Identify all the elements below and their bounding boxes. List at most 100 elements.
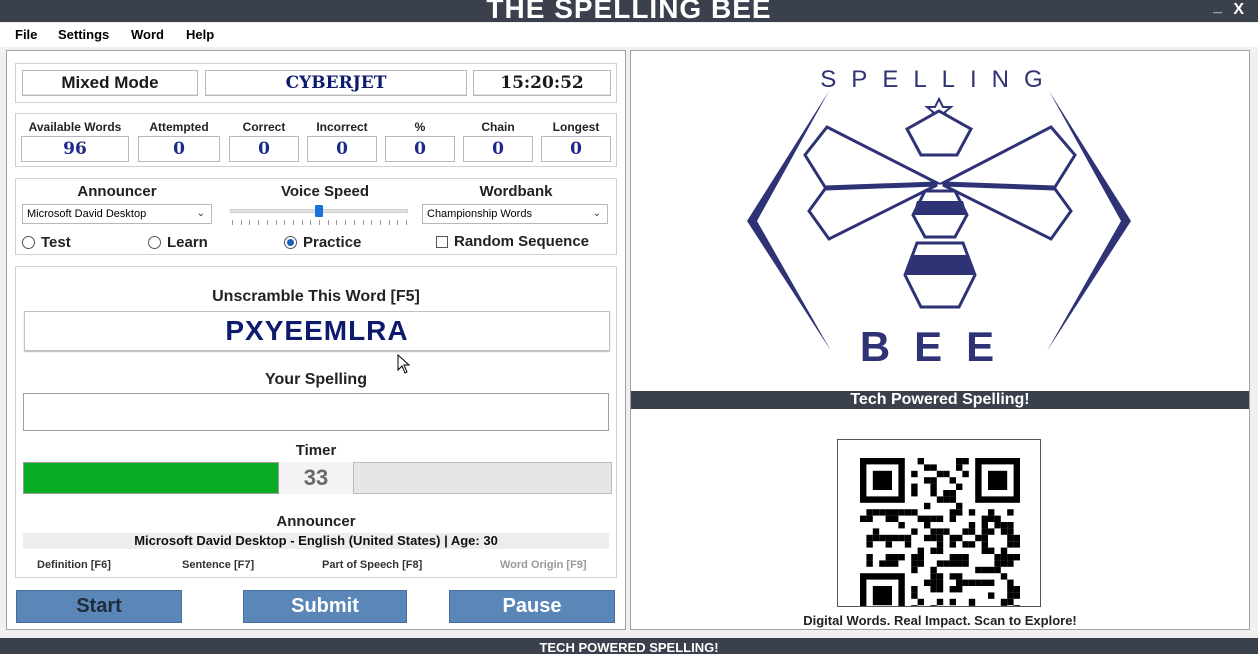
qr-module [936, 496, 944, 503]
announcer-info-label: Announcer [276, 513, 356, 530]
submit-button[interactable]: Submit [243, 590, 407, 623]
qr-module [898, 534, 905, 542]
mode-radio-practice[interactable]: Practice [284, 234, 361, 251]
voice-speed-ticks [232, 220, 407, 226]
close-button[interactable]: X [1233, 1, 1244, 19]
definition-link[interactable]: Definition [F6] [37, 559, 111, 571]
qr-module [1007, 598, 1014, 606]
checkbox-icon [436, 235, 448, 248]
qr-module [917, 458, 924, 465]
qr-module [892, 554, 899, 561]
stat-label-chain: Chain [481, 120, 515, 134]
qr-module [956, 586, 963, 593]
mode-radio-learn[interactable]: Learn [148, 234, 208, 251]
qr-module [968, 509, 976, 516]
qr-finder [872, 586, 892, 606]
slider-tick [345, 220, 347, 225]
qr-module [981, 534, 988, 542]
qr-module [879, 509, 886, 516]
qr-module [949, 586, 956, 593]
qr-module [885, 541, 892, 548]
thorax-stripe [913, 201, 967, 215]
voice-speed-thumb[interactable] [315, 205, 323, 217]
stat-value-percent: 0 [385, 136, 455, 162]
qr-module [924, 515, 931, 522]
qr-module [949, 534, 956, 542]
settings-group: Announcer Microsoft David Desktop ⌄ Voic… [15, 178, 617, 255]
qr-module [949, 477, 956, 484]
random-sequence-checkbox[interactable]: Random Sequence [436, 233, 589, 250]
qr-module [924, 502, 931, 510]
qr-module [872, 528, 880, 535]
qr-module [911, 470, 918, 478]
qr-code[interactable] [837, 439, 1041, 607]
minimize-button[interactable]: _ [1213, 0, 1222, 16]
slider-tick [249, 220, 251, 225]
wordbank-select[interactable]: Championship Words ⌄ [422, 204, 608, 224]
qr-module [949, 560, 956, 567]
qr-module [911, 490, 918, 497]
chevron-down-icon: ⌄ [196, 208, 205, 219]
qr-module [968, 605, 976, 606]
word-origin-link[interactable]: Word Origin [F9] [500, 559, 587, 571]
qr-module [885, 560, 892, 567]
stat-label-incorrect: Incorrect [316, 120, 368, 134]
qr-code-image [860, 458, 1020, 606]
qr-module [968, 522, 976, 529]
sentence-link[interactable]: Sentence [F7] [182, 559, 254, 571]
qr-module [911, 528, 918, 535]
slider-tick [336, 220, 338, 225]
spelling-input[interactable] [23, 393, 609, 431]
qr-module [924, 579, 931, 586]
slider-tick [379, 220, 381, 225]
qr-module [1000, 554, 1008, 561]
start-button[interactable]: Start [16, 590, 182, 623]
qr-module [943, 490, 950, 497]
qr-module [892, 560, 899, 567]
stat-label-correct: Correct [242, 120, 286, 134]
qr-module [975, 579, 982, 586]
qr-module [917, 515, 924, 522]
timer-value: 33 [279, 462, 353, 494]
logo-top-text: SPELLING [820, 66, 1057, 93]
qr-module [1007, 534, 1014, 542]
qr-module [949, 490, 956, 497]
stat-value-correct: 0 [229, 136, 299, 162]
qr-module [930, 566, 937, 574]
qr-module [904, 534, 912, 542]
stat-value-longest: 0 [541, 136, 611, 162]
part-of-speech-link[interactable]: Part of Speech [F8] [322, 559, 422, 571]
qr-module [949, 598, 956, 606]
menu-settings[interactable]: Settings [58, 27, 109, 42]
qr-module [962, 554, 969, 561]
qr-module [911, 566, 918, 574]
qr-module [936, 470, 944, 478]
menu-file[interactable]: File [15, 27, 37, 42]
mode-radio-practice-label: Practice [303, 234, 362, 251]
qr-module [930, 579, 937, 586]
qr-module [1007, 592, 1014, 599]
qr-module [956, 509, 963, 516]
menu-help[interactable]: Help [186, 27, 214, 42]
announcer-select[interactable]: Microsoft David Desktop ⌄ [22, 204, 212, 224]
qr-module [981, 541, 988, 548]
qr-module [956, 464, 963, 471]
your-spelling-label: Your Spelling [265, 371, 367, 388]
qr-module [1013, 592, 1020, 599]
announcer-select-value: Microsoft David Desktop [27, 208, 147, 220]
qr-module [1007, 586, 1014, 593]
mode-radio-test[interactable]: Test [22, 234, 71, 251]
pause-button[interactable]: Pause [449, 590, 615, 623]
qr-module [1013, 586, 1020, 593]
qr-module [943, 528, 950, 535]
qr-module [968, 579, 976, 586]
slider-tick [397, 220, 399, 225]
qr-module [981, 515, 988, 522]
qr-module [1007, 528, 1014, 535]
left-panel: Mixed Mode CYBERJET 15:20:52 Available W… [6, 50, 626, 630]
qr-module [962, 579, 969, 586]
qr-module [936, 598, 944, 606]
menu-word[interactable]: Word [131, 27, 164, 42]
qr-module [956, 554, 963, 561]
qr-module [898, 522, 905, 529]
